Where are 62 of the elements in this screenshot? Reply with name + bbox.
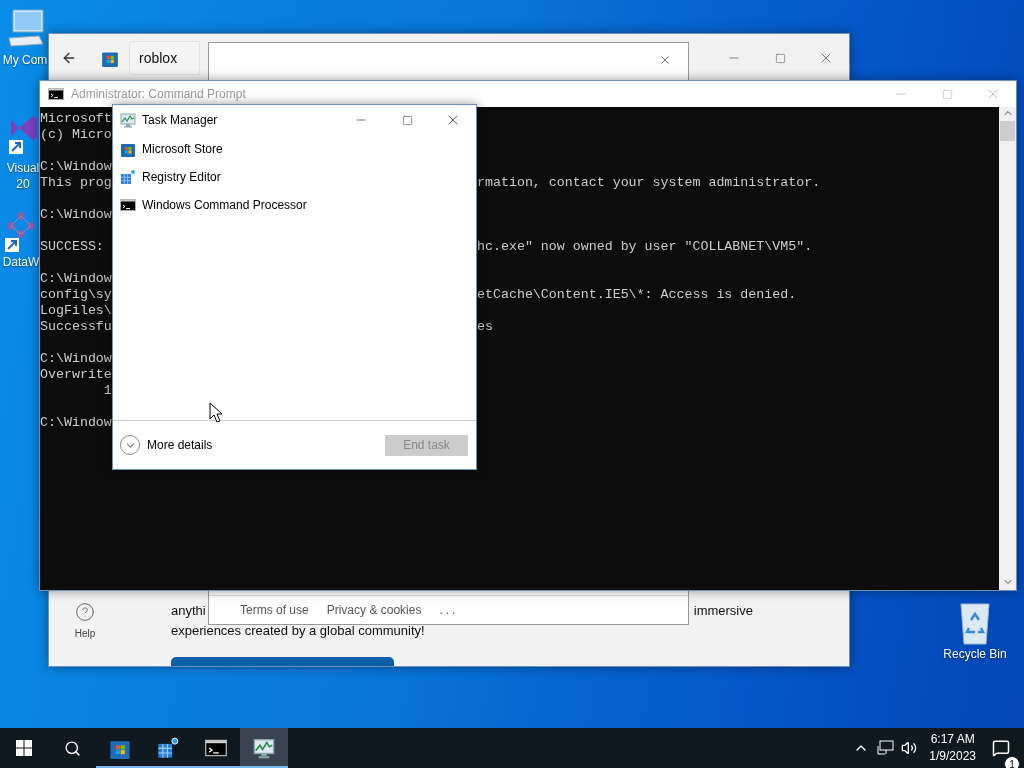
description-text: anythi bbox=[171, 602, 206, 620]
console-text: Overwrite bbox=[40, 367, 112, 382]
window-title: Administrator: Command Prompt bbox=[71, 87, 246, 101]
clear-search-icon[interactable] bbox=[658, 53, 672, 67]
desktop-icon-label[interactable]: DataW bbox=[2, 254, 40, 270]
desktop-icon-label[interactable]: My Com bbox=[2, 52, 48, 68]
console-icon bbox=[48, 86, 64, 102]
registry-cubes-icon bbox=[120, 169, 136, 185]
description-text: experiences created by a global community! bbox=[171, 622, 425, 640]
console-text: C:\Window bbox=[40, 351, 112, 366]
console-text: LogFiles\ bbox=[40, 303, 112, 318]
console-text: C:\Window bbox=[40, 415, 112, 430]
console-text: es bbox=[477, 319, 493, 335]
footer-link[interactable]: Terms of use bbox=[240, 603, 309, 617]
message-icon bbox=[992, 739, 1010, 757]
taskbar-app-button[interactable] bbox=[240, 728, 288, 768]
app-name[interactable]: Windows Command Processor bbox=[142, 198, 307, 212]
help-button[interactable]: Help bbox=[63, 602, 107, 639]
console-icon bbox=[120, 197, 136, 213]
footer-link[interactable]: ... bbox=[439, 603, 459, 617]
maximize-icon bbox=[941, 88, 953, 100]
speaker-icon[interactable] bbox=[901, 740, 918, 756]
maximize-icon bbox=[401, 114, 413, 126]
more-details-button[interactable]: More details bbox=[120, 435, 213, 455]
app-name[interactable]: Microsoft Store bbox=[142, 142, 223, 156]
monitor-chart-icon bbox=[253, 737, 275, 759]
windows-logo-icon bbox=[16, 740, 32, 756]
description-text: immersive bbox=[693, 602, 753, 620]
registry-cubes-icon bbox=[157, 737, 179, 759]
window-title: Task Manager bbox=[142, 113, 218, 127]
console-text: config\sy bbox=[40, 287, 112, 302]
console-text: Successfu bbox=[40, 319, 112, 334]
console-text: hc.exe" now owned by user "COLLABNET\VM5". bbox=[477, 239, 813, 255]
desktop-icon-label[interactable]: Recycle Bin bbox=[943, 646, 1007, 662]
shopping-bag-icon bbox=[101, 49, 119, 67]
footer-link[interactable]: Privacy & cookies bbox=[326, 603, 422, 617]
notification-count: 1 bbox=[1004, 756, 1020, 768]
console-text: SUCCESS: bbox=[40, 239, 104, 254]
help-icon bbox=[75, 602, 95, 622]
maximize-icon bbox=[774, 52, 786, 64]
scroll-thumb[interactable] bbox=[1000, 121, 1015, 141]
scrollbar[interactable] bbox=[999, 107, 1016, 590]
shopping-bag-icon bbox=[120, 141, 136, 157]
console-text: Microsoft bbox=[40, 111, 112, 126]
console-text: This prog bbox=[40, 175, 112, 190]
app-name[interactable]: Registry Editor bbox=[142, 170, 221, 184]
clock[interactable]: 6:17 AM 1/9/2023 bbox=[919, 731, 986, 765]
desktop-icon-label[interactable]: 20 bbox=[16, 176, 30, 192]
console-text: etCache\Content.IE5\*: Access is denied. bbox=[477, 287, 797, 303]
search-icon bbox=[63, 739, 81, 757]
console-text: rmation, contact your system administrator. bbox=[477, 175, 821, 191]
monitor-chart-icon bbox=[120, 112, 136, 128]
console-text: C:\Window bbox=[40, 271, 112, 286]
console-text: C:\Window bbox=[40, 159, 112, 174]
network-icon[interactable] bbox=[877, 740, 896, 756]
console-icon bbox=[205, 737, 227, 759]
console-text: (c) Micro bbox=[40, 127, 112, 142]
desktop-icon-label[interactable]: Visual bbox=[6, 160, 40, 176]
mouse-pointer-icon bbox=[209, 402, 223, 423]
console-text: C:\Window bbox=[40, 207, 112, 222]
search-field[interactable]: roblox bbox=[129, 41, 200, 75]
console-text: 1 bbox=[102, 383, 112, 398]
